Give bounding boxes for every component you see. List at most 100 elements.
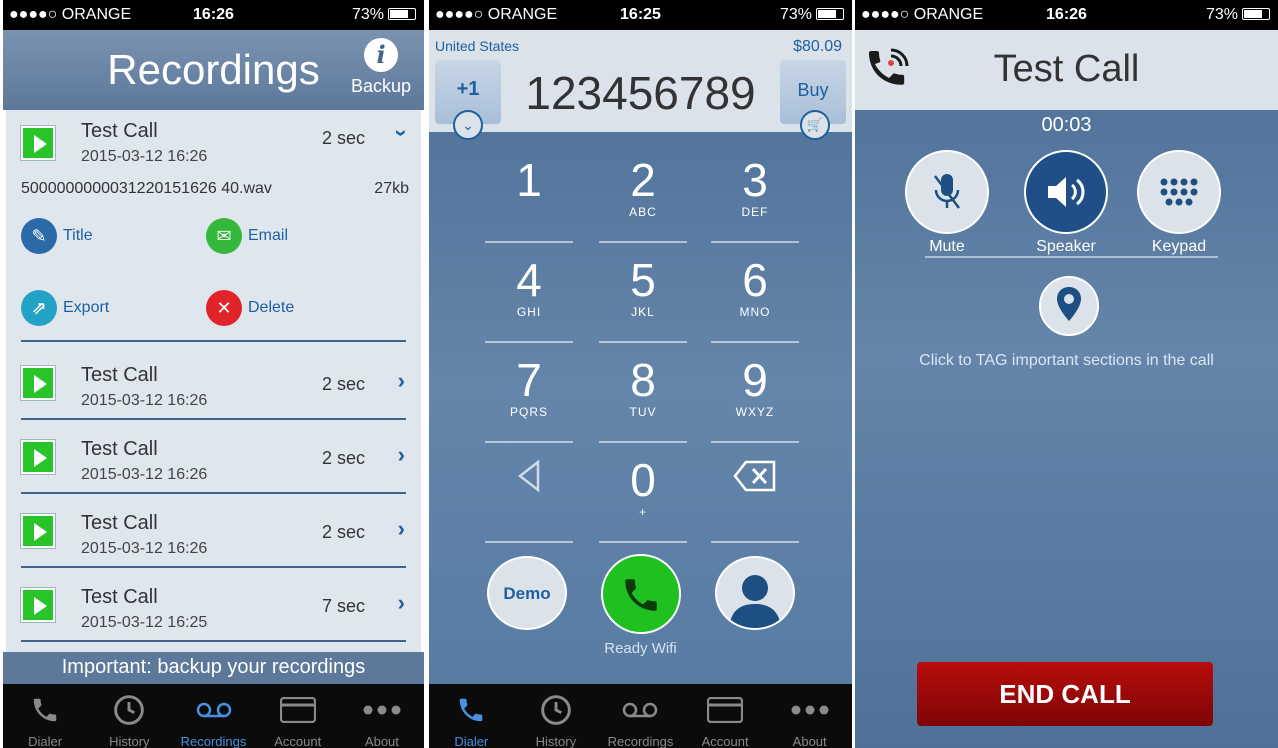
recording-item-expanded[interactable]: Test Call 2015-03-12 16:26 2 sec › 50000…: [6, 110, 421, 342]
export-action[interactable]: ⇗ Export: [21, 290, 109, 326]
battery-indicator: 73%: [780, 6, 844, 24]
contacts-button[interactable]: [715, 556, 795, 630]
key-9[interactable]: 9 WXYZ: [707, 355, 803, 447]
chevron-right-icon[interactable]: ›: [398, 516, 405, 542]
export-icon: ⇗: [21, 290, 57, 326]
key-letters: +: [638, 505, 647, 519]
key-1[interactable]: 1: [481, 155, 577, 247]
key-8[interactable]: 8 TUV: [595, 355, 691, 447]
keypad-icon: [1137, 150, 1221, 234]
tab-label: History: [535, 734, 577, 748]
divider: [925, 256, 1218, 258]
play-icon[interactable]: [21, 514, 55, 548]
key-0[interactable]: 0 +: [595, 455, 691, 547]
key-digit: 5: [630, 254, 656, 306]
play-icon[interactable]: [21, 126, 55, 160]
call-button[interactable]: [601, 554, 681, 634]
back-arrow-key[interactable]: [481, 455, 577, 547]
mute-button[interactable]: Mute: [887, 150, 1007, 256]
dialed-number[interactable]: 123456789: [509, 66, 772, 120]
export-action-label: Export: [63, 299, 110, 316]
recording-item[interactable]: Test Call 2015-03-12 16:25 7 sec ›: [6, 568, 421, 642]
play-icon[interactable]: [21, 440, 55, 474]
key-6[interactable]: 6 MNO: [707, 255, 803, 347]
play-icon[interactable]: [21, 366, 55, 400]
tab-account[interactable]: Account: [256, 684, 340, 748]
tab-history[interactable]: History: [87, 684, 171, 748]
demo-button[interactable]: Demo: [487, 556, 567, 630]
key-5[interactable]: 5 JKL: [595, 255, 691, 347]
email-action[interactable]: ✉ Email: [206, 218, 288, 254]
key-digit: 0: [630, 454, 656, 506]
keypad-button[interactable]: Keypad: [1119, 150, 1239, 256]
play-icon[interactable]: [21, 588, 55, 622]
tab-about[interactable]: About: [340, 684, 424, 748]
divider: [485, 341, 573, 343]
recording-item[interactable]: Test Call 2015-03-12 16:26 2 sec ›: [6, 420, 421, 494]
recording-date: 2015-03-12 16:25: [81, 614, 208, 631]
key-2[interactable]: 2 ABC: [595, 155, 691, 247]
key-digit: 7: [516, 354, 542, 406]
divider: [485, 241, 573, 243]
tab-dialer[interactable]: Dialer: [3, 684, 87, 748]
chevron-down-icon[interactable]: ⌄: [453, 110, 483, 140]
recording-item[interactable]: Test Call 2015-03-12 16:26 2 sec ›: [6, 346, 421, 420]
speaker-button[interactable]: Speaker: [1006, 150, 1126, 256]
clock-icon: [514, 692, 599, 728]
key-digit: 6: [742, 254, 768, 306]
number-bar: United States $80.09 +1 ⌄ 123456789 Buy …: [429, 30, 852, 140]
key-letters: JKL: [631, 305, 655, 319]
key-3[interactable]: 3 DEF: [707, 155, 803, 247]
backspace-key[interactable]: [707, 455, 803, 547]
cart-icon[interactable]: 🛒: [800, 110, 830, 140]
backup-banner[interactable]: Important: backup your recordings: [3, 652, 424, 684]
recording-duration: 2 sec: [321, 522, 365, 542]
key-letters: TUV: [629, 405, 657, 419]
tab-about[interactable]: About: [767, 684, 852, 748]
backup-button[interactable]: i Backup: [346, 38, 416, 97]
call-timer: 00:03: [1041, 114, 1092, 136]
recording-filesize: 27kb: [374, 180, 409, 197]
call-background: [855, 30, 1278, 748]
tag-button[interactable]: [1039, 276, 1099, 336]
tab-bar: Dialer History Recordings Account About: [3, 684, 424, 748]
chevron-right-icon[interactable]: ›: [398, 442, 405, 468]
tab-recordings[interactable]: Recordings: [598, 684, 683, 748]
info-icon: i: [364, 38, 398, 72]
tab-bar: Dialer History Recordings Account About: [429, 684, 852, 748]
end-call-button[interactable]: END CALL: [917, 662, 1213, 726]
credit-balance: $80.09: [793, 38, 842, 55]
delete-action[interactable]: ✕ Delete: [206, 290, 294, 326]
delete-action-label: Delete: [248, 299, 295, 316]
tab-label: Dialer: [28, 734, 63, 748]
recording-item[interactable]: Test Call 2015-03-12 16:26 2 sec ›: [6, 494, 421, 568]
tab-history[interactable]: History: [514, 684, 599, 748]
battery-icon: [816, 8, 844, 20]
chevron-right-icon[interactable]: ›: [398, 368, 405, 394]
divider: [711, 441, 799, 443]
tab-dialer[interactable]: Dialer: [429, 684, 514, 748]
recording-name: Test Call: [81, 512, 158, 534]
key-4[interactable]: 4 GHI: [481, 255, 577, 347]
divider: [599, 241, 687, 243]
demo-label: Demo: [503, 584, 551, 603]
card-icon: [683, 692, 768, 728]
tab-recordings[interactable]: Recordings: [171, 684, 255, 748]
chevron-right-icon[interactable]: ›: [398, 590, 405, 616]
keypad-label: Keypad: [1151, 238, 1207, 255]
chevron-down-icon[interactable]: ›: [388, 129, 414, 136]
mic-muted-icon: [905, 150, 989, 234]
tab-account[interactable]: Account: [683, 684, 768, 748]
divider: [21, 340, 406, 342]
tab-label: Dialer: [454, 734, 489, 748]
key-7[interactable]: 7 PQRS: [481, 355, 577, 447]
recording-name: Test Call: [81, 364, 158, 386]
title-action[interactable]: ✎ Title: [21, 218, 93, 254]
country-code-label: +1: [456, 78, 480, 100]
recordings-screen: ●●●●○ ORANGE 16:26 73% Recordings i Back…: [3, 0, 424, 748]
divider: [599, 341, 687, 343]
recording-name: Test Call: [81, 586, 158, 608]
phone-icon: [429, 692, 514, 728]
battery-percent: 73%: [1205, 6, 1238, 23]
call-title: Test Call: [993, 48, 1140, 90]
